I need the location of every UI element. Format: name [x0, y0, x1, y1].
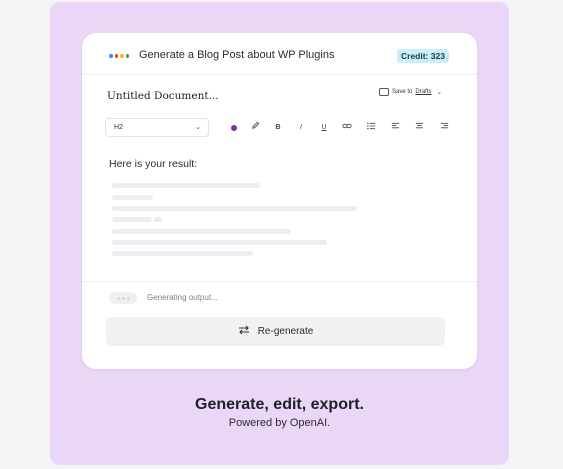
regenerate-label: Re-generate — [257, 326, 314, 337]
feature-panel: Generate a Blog Post about WP Plugins Cr… — [50, 2, 509, 465]
text-color-picker[interactable] — [231, 125, 237, 131]
italic-icon[interactable]: I — [295, 121, 307, 135]
loading-indicator — [109, 292, 137, 304]
document-title[interactable]: Untitled Document... — [107, 90, 219, 102]
link-icon[interactable] — [341, 121, 353, 135]
editor-card: Generate a Blog Post about WP Plugins Cr… — [82, 33, 477, 369]
placeholder-line — [112, 251, 253, 256]
swap-arrows-icon — [238, 325, 250, 338]
chevron-down-icon: ⌄ — [436, 89, 443, 96]
caption-subline: Powered by OpenAI. — [228, 417, 331, 429]
editor-header: Generate a Blog Post about WP Plugins Cr… — [82, 33, 477, 75]
caption-headline: Generate, edit, export. — [195, 396, 364, 413]
credit-badge: Credit: 323 — [397, 49, 449, 63]
placeholder-line — [112, 240, 327, 245]
divider — [82, 281, 477, 282]
placeholder-line — [112, 229, 291, 234]
save-to-drafts-button[interactable]: Save to Drafts ⌄ — [379, 88, 442, 96]
regenerate-button[interactable]: Re-generate — [106, 317, 445, 346]
brand-dots-icon — [109, 54, 129, 58]
placeholder-line — [112, 206, 357, 211]
format-toolbar: B I U — [82, 121, 477, 135]
folder-icon — [379, 88, 389, 96]
save-prefix: Save to — [392, 89, 413, 95]
align-center-icon[interactable] — [413, 121, 425, 135]
generating-status: Generating output... — [147, 293, 218, 302]
align-left-icon[interactable] — [389, 121, 401, 135]
save-target: Drafts — [415, 89, 432, 95]
result-heading: Here is your result: — [109, 158, 198, 170]
pen-icon[interactable] — [249, 121, 261, 135]
placeholder-line — [112, 183, 260, 188]
placeholder-line — [112, 217, 152, 222]
list-icon[interactable] — [365, 121, 377, 135]
bold-icon[interactable]: B — [272, 121, 284, 135]
underline-icon[interactable]: U — [318, 121, 330, 135]
task-title: Generate a Blog Post about WP Plugins — [139, 49, 335, 61]
placeholder-line — [112, 195, 153, 200]
align-right-icon[interactable] — [438, 121, 450, 135]
placeholder-line — [154, 217, 162, 222]
